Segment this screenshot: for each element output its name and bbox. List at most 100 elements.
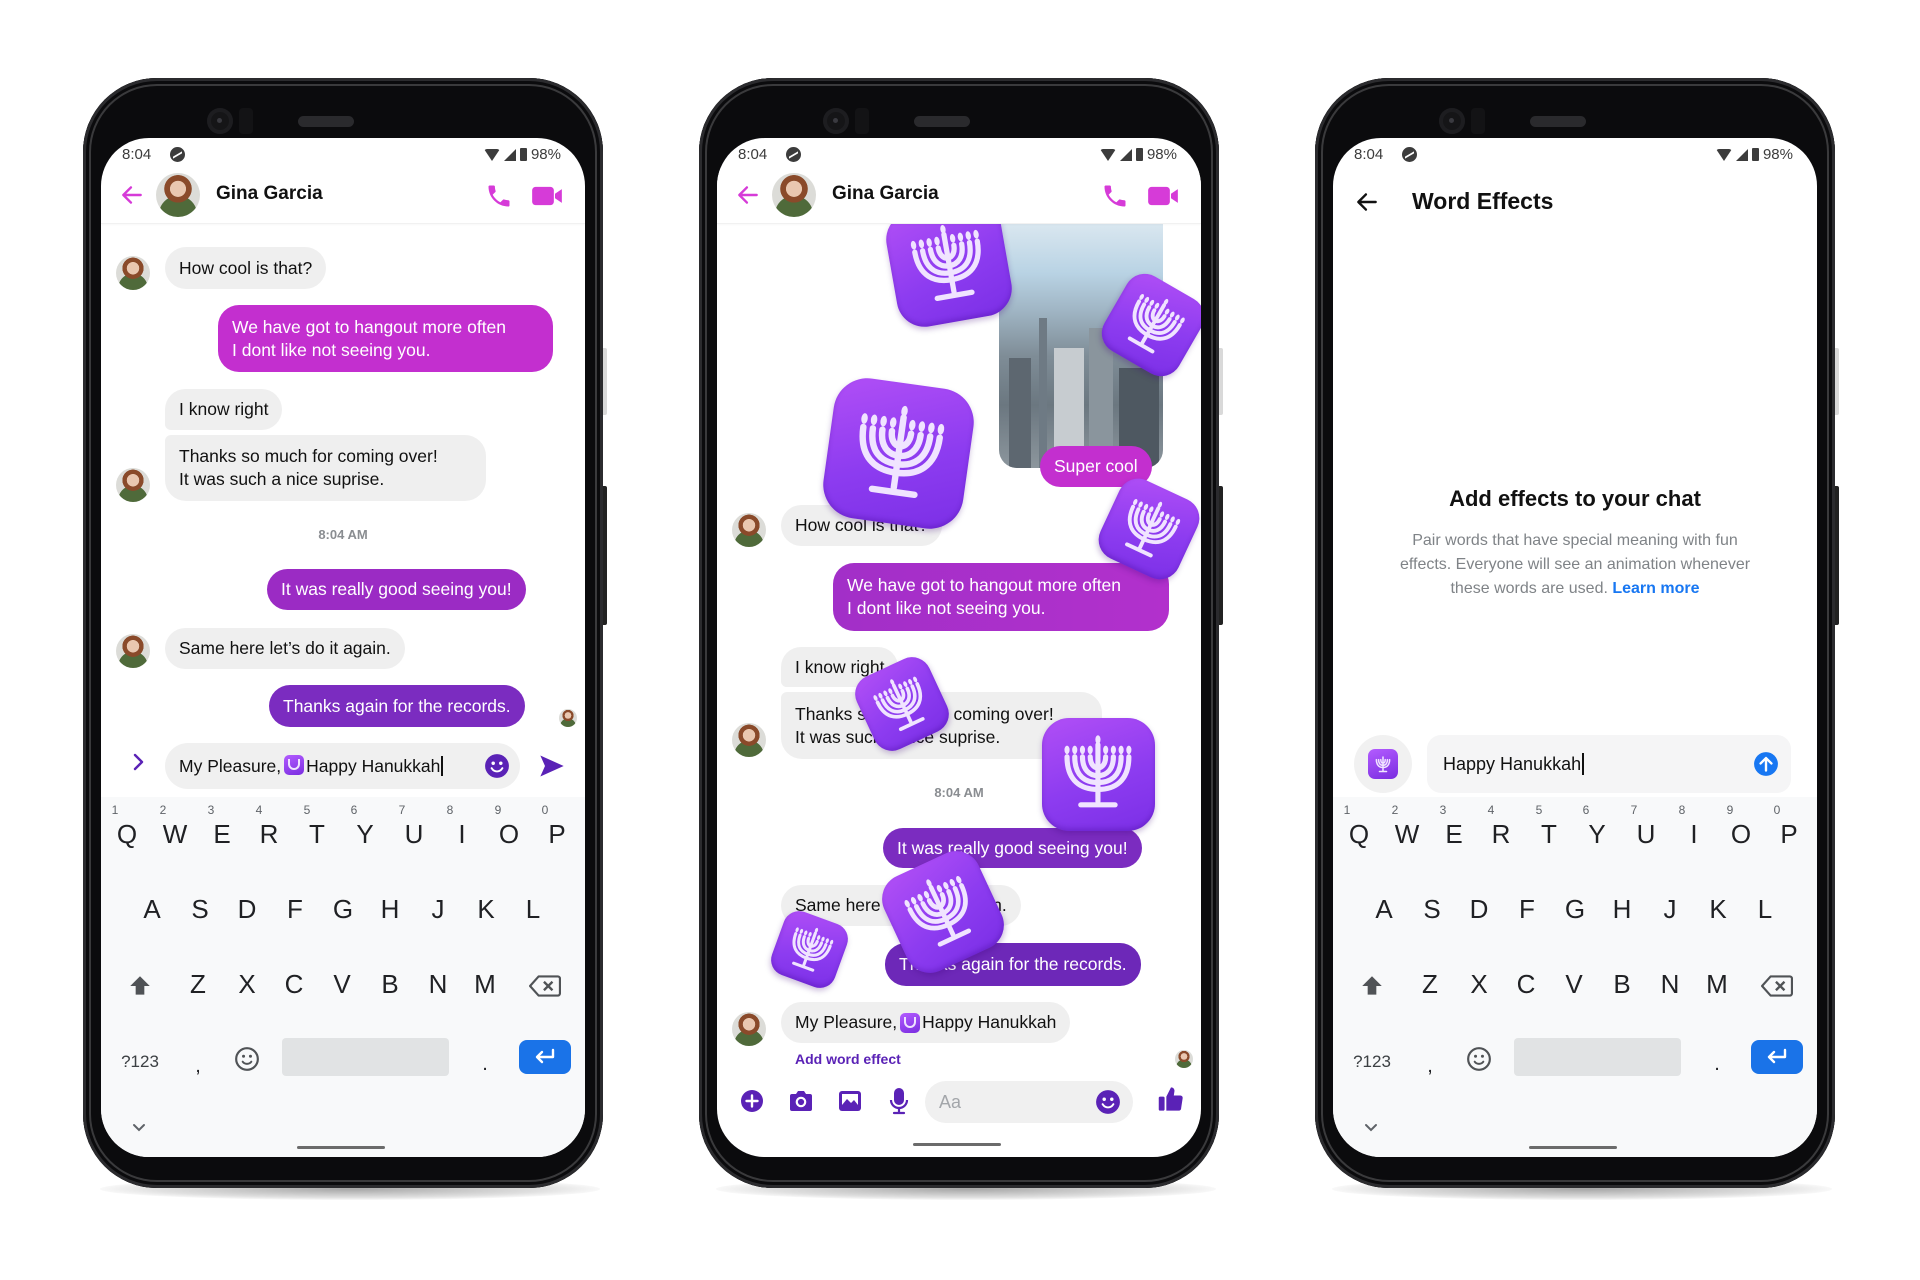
key-m[interactable]: M bbox=[1706, 969, 1728, 1000]
key-b[interactable]: B bbox=[1613, 969, 1630, 1000]
key-g[interactable]: G bbox=[333, 894, 353, 925]
key-period[interactable]: . bbox=[1714, 1053, 1720, 1076]
camera-icon[interactable] bbox=[788, 1089, 814, 1113]
key-symbols[interactable]: ?123 bbox=[1353, 1052, 1391, 1072]
emoji-key-icon[interactable] bbox=[1466, 1046, 1492, 1072]
message-bubble-received[interactable]: How cool is that? bbox=[165, 247, 327, 289]
key-x[interactable]: X bbox=[1470, 969, 1487, 1000]
contact-avatar[interactable] bbox=[772, 173, 816, 217]
key-j[interactable]: J bbox=[1664, 894, 1677, 925]
key-w[interactable]: W bbox=[1395, 819, 1420, 850]
key-v[interactable]: V bbox=[1565, 969, 1582, 1000]
plus-icon[interactable] bbox=[740, 1089, 764, 1113]
key-m[interactable]: M bbox=[474, 969, 496, 1000]
key-b[interactable]: B bbox=[381, 969, 398, 1000]
home-indicator[interactable] bbox=[297, 1146, 385, 1149]
back-arrow-icon[interactable] bbox=[1354, 189, 1380, 215]
contact-name[interactable]: Gina Garcia bbox=[216, 183, 323, 205]
key-g[interactable]: G bbox=[1565, 894, 1585, 925]
key-comma[interactable]: , bbox=[1427, 1055, 1433, 1078]
key-n[interactable]: N bbox=[1661, 969, 1680, 1000]
phone-call-icon[interactable] bbox=[1101, 182, 1129, 210]
word-input[interactable]: Happy Hanukkah bbox=[1427, 735, 1791, 793]
key-h[interactable]: H bbox=[1613, 894, 1632, 925]
back-arrow-icon[interactable] bbox=[119, 182, 145, 208]
key-d[interactable]: D bbox=[1470, 894, 1489, 925]
key-l[interactable]: L bbox=[1758, 894, 1772, 925]
key-r[interactable]: R bbox=[260, 819, 279, 850]
key-y[interactable]: Y bbox=[1588, 819, 1605, 850]
backspace-icon[interactable] bbox=[1761, 973, 1793, 999]
key-a[interactable]: A bbox=[143, 894, 160, 925]
key-symbols[interactable]: ?123 bbox=[121, 1052, 159, 1072]
key-w[interactable]: W bbox=[163, 819, 188, 850]
phone-call-icon[interactable] bbox=[485, 182, 513, 210]
key-e[interactable]: E bbox=[213, 819, 230, 850]
video-call-icon[interactable] bbox=[531, 182, 563, 210]
key-x[interactable]: X bbox=[238, 969, 255, 1000]
emoji-icon[interactable] bbox=[1095, 1089, 1121, 1115]
key-s[interactable]: S bbox=[1423, 894, 1440, 925]
home-indicator[interactable] bbox=[1529, 1146, 1617, 1149]
message-bubble-received[interactable]: Thanks so much for coming over! It was s… bbox=[165, 435, 486, 501]
message-bubble-sent[interactable]: It was really good seeing you! bbox=[267, 569, 526, 610]
key-r[interactable]: R bbox=[1492, 819, 1511, 850]
message-bubble-sent[interactable]: We have got to hangout more often I dont… bbox=[833, 563, 1169, 631]
key-t[interactable]: T bbox=[1541, 819, 1557, 850]
key-c[interactable]: C bbox=[285, 969, 304, 1000]
key-f[interactable]: F bbox=[1519, 894, 1535, 925]
key-i[interactable]: I bbox=[458, 819, 465, 850]
gallery-icon[interactable] bbox=[837, 1089, 863, 1113]
back-arrow-icon[interactable] bbox=[735, 182, 761, 208]
key-u[interactable]: U bbox=[1637, 819, 1656, 850]
message-bubble-sent[interactable]: We have got to hangout more often I dont… bbox=[218, 305, 553, 372]
spacebar[interactable] bbox=[282, 1038, 449, 1076]
key-o[interactable]: O bbox=[1731, 819, 1751, 850]
key-s[interactable]: S bbox=[191, 894, 208, 925]
key-q[interactable]: Q bbox=[1349, 819, 1369, 850]
key-f[interactable]: F bbox=[287, 894, 303, 925]
message-bubble-sent[interactable]: Thanks again for the records. bbox=[269, 685, 525, 727]
message-input[interactable]: Aa bbox=[925, 1081, 1133, 1123]
thumbs-up-icon[interactable] bbox=[1157, 1085, 1185, 1113]
key-a[interactable]: A bbox=[1375, 894, 1392, 925]
emoji-icon[interactable] bbox=[484, 753, 510, 779]
message-bubble-received[interactable]: I know right bbox=[165, 389, 283, 430]
message-bubble-received[interactable]: My Pleasure, Happy Hanukkah bbox=[781, 1002, 1071, 1043]
key-comma[interactable]: , bbox=[195, 1055, 201, 1078]
key-e[interactable]: E bbox=[1445, 819, 1462, 850]
key-i[interactable]: I bbox=[1690, 819, 1697, 850]
video-call-icon[interactable] bbox=[1147, 182, 1179, 210]
message-bubble-sent[interactable]: It was really good seeing you! bbox=[883, 828, 1142, 868]
enter-key[interactable] bbox=[1751, 1040, 1803, 1074]
add-word-effect-link[interactable]: Add word effect bbox=[795, 1051, 901, 1067]
key-q[interactable]: Q bbox=[117, 819, 137, 850]
contact-avatar[interactable] bbox=[156, 173, 200, 217]
keyboard-collapse-chevron-icon[interactable] bbox=[131, 1122, 147, 1134]
key-t[interactable]: T bbox=[309, 819, 325, 850]
keyboard-collapse-chevron-icon[interactable] bbox=[1363, 1122, 1379, 1134]
key-period[interactable]: . bbox=[482, 1053, 488, 1076]
key-z[interactable]: Z bbox=[190, 969, 206, 1000]
key-h[interactable]: H bbox=[381, 894, 400, 925]
enter-key[interactable] bbox=[519, 1040, 571, 1074]
effect-picker-button[interactable] bbox=[1354, 735, 1412, 793]
backspace-icon[interactable] bbox=[529, 973, 561, 999]
message-bubble-received[interactable]: Same here let’s do it again. bbox=[165, 628, 405, 669]
shift-icon[interactable] bbox=[127, 973, 153, 999]
key-d[interactable]: D bbox=[238, 894, 257, 925]
key-y[interactable]: Y bbox=[356, 819, 373, 850]
key-p[interactable]: P bbox=[1780, 819, 1797, 850]
message-input[interactable]: My Pleasure, Happy Hanukkah bbox=[165, 743, 520, 789]
emoji-key-icon[interactable] bbox=[234, 1046, 260, 1072]
key-c[interactable]: C bbox=[1517, 969, 1536, 1000]
key-o[interactable]: O bbox=[499, 819, 519, 850]
key-n[interactable]: N bbox=[429, 969, 448, 1000]
key-j[interactable]: J bbox=[432, 894, 445, 925]
chevron-right-icon[interactable] bbox=[129, 751, 149, 773]
shift-icon[interactable] bbox=[1359, 973, 1385, 999]
key-v[interactable]: V bbox=[333, 969, 350, 1000]
key-k[interactable]: K bbox=[477, 894, 494, 925]
key-l[interactable]: L bbox=[526, 894, 540, 925]
microphone-icon[interactable] bbox=[888, 1087, 910, 1115]
